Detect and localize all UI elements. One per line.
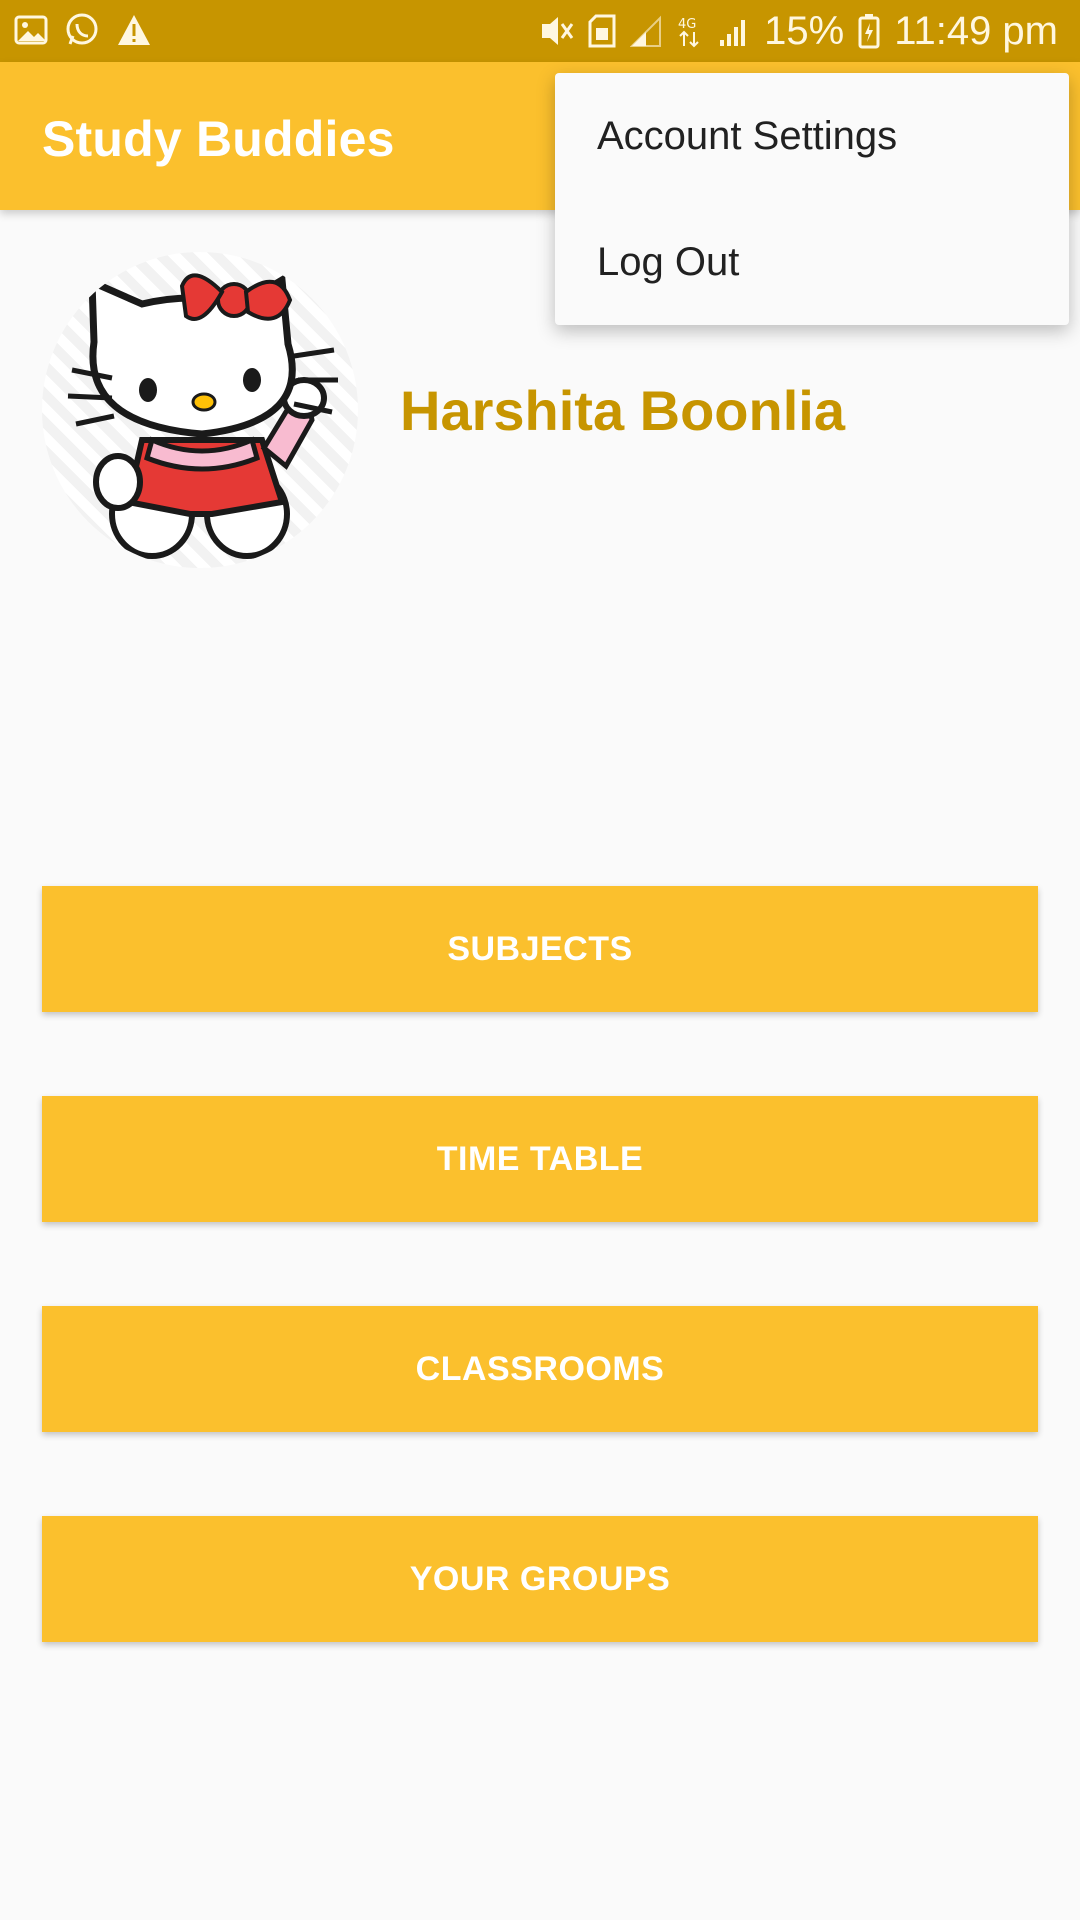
battery-icon	[858, 13, 880, 49]
signal-icon	[718, 14, 750, 48]
warning-icon	[116, 13, 152, 47]
vibrate-icon	[538, 14, 574, 48]
hello-kitty-illustration	[67, 273, 338, 559]
menu-item-account-settings[interactable]: Account Settings	[555, 73, 1069, 199]
profile-name: Harshita Boonlia	[400, 379, 845, 442]
battery-percent: 15%	[764, 9, 845, 53]
status-notifications	[14, 12, 152, 48]
status-system: 4G 15% 11:49 pm	[538, 8, 1058, 54]
clock: 11:49 pm	[894, 9, 1058, 53]
signal-4g-icon: 4G	[676, 14, 704, 48]
overflow-menu: Account Settings Log Out	[555, 73, 1069, 325]
menu-item-log-out[interactable]: Log Out	[555, 199, 1069, 325]
your-groups-button[interactable]: YOUR GROUPS	[42, 1516, 1038, 1642]
classrooms-button[interactable]: CLASSROOMS	[42, 1306, 1038, 1432]
image-icon	[14, 13, 48, 47]
avatar[interactable]	[42, 252, 358, 568]
subjects-button[interactable]: SUBJECTS	[42, 886, 1038, 1012]
status-bar: 4G 15% 11:49 pm	[0, 0, 1080, 62]
svg-text:4G: 4G	[678, 17, 696, 32]
signal-icon	[630, 14, 662, 48]
sim-icon	[588, 14, 616, 48]
time-table-button[interactable]: TIME TABLE	[42, 1096, 1038, 1222]
app-title: Study Buddies	[42, 111, 395, 167]
whatsapp-icon	[64, 12, 100, 48]
